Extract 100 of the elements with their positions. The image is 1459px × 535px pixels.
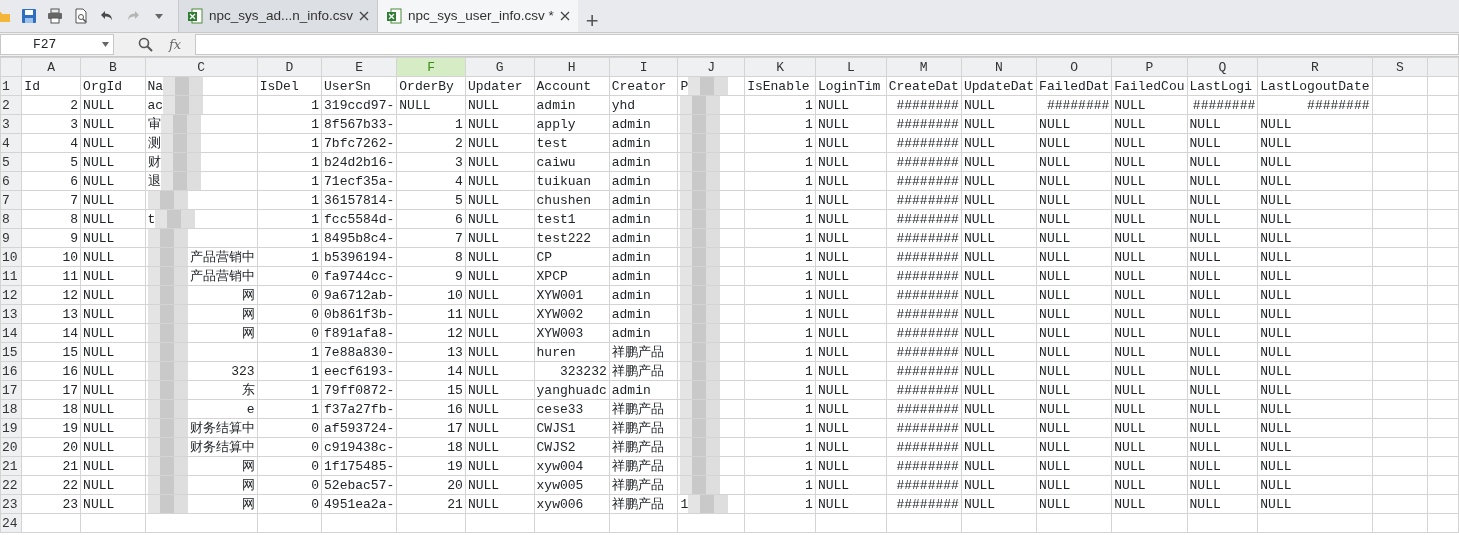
- column-header[interactable]: B: [80, 57, 145, 77]
- table-cell: NULL: [80, 494, 145, 514]
- column-header[interactable]: A: [21, 57, 81, 77]
- table-cell: 9a6712ab-: [321, 285, 397, 305]
- table-cell: 5: [396, 190, 466, 210]
- table-cell: NULL: [961, 475, 1037, 495]
- table-cell: NULL: [1257, 437, 1372, 457]
- blur-patch: [147, 362, 188, 380]
- table-cell: NULL: [815, 456, 887, 476]
- table-cell: 20: [396, 475, 466, 495]
- table-cell: CreateDat: [886, 76, 962, 96]
- blur-patch: [680, 362, 721, 380]
- table-cell: 1: [744, 494, 816, 514]
- table-cell: NULL: [1111, 494, 1188, 514]
- function-label[interactable]: fx: [169, 34, 182, 55]
- column-header[interactable]: Q: [1187, 57, 1258, 77]
- print-preview-icon[interactable]: [73, 8, 89, 24]
- column-header[interactable]: G: [465, 57, 535, 77]
- table-cell: NULL: [961, 494, 1037, 514]
- file-tab[interactable]: npc_sys_user_info.csv *: [377, 0, 578, 32]
- blur-patch: [688, 77, 729, 95]
- column-header[interactable]: N: [961, 57, 1037, 77]
- table-cell: NULL: [1036, 228, 1112, 248]
- table-cell: ########: [886, 285, 962, 305]
- column-header[interactable]: P: [1111, 57, 1188, 77]
- table-cell: LoginTim: [815, 76, 887, 96]
- column-header[interactable]: D: [257, 57, 322, 77]
- table-cell: test222: [534, 228, 610, 248]
- blur-patch: [680, 267, 721, 285]
- column-header[interactable]: E: [321, 57, 397, 77]
- table-cell: NULL: [1036, 171, 1112, 191]
- table-cell: NULL: [80, 133, 145, 153]
- table-cell: NULL: [961, 342, 1037, 362]
- table-cell: 1: [744, 266, 816, 286]
- table-cell: NULL: [1036, 342, 1112, 362]
- table-cell: 1: [744, 399, 816, 419]
- table-cell: 1: [744, 152, 816, 172]
- table-cell: NULL: [465, 475, 535, 495]
- column-header[interactable]: M: [886, 57, 962, 77]
- table-cell: NULL: [1111, 342, 1188, 362]
- table-cell: NULL: [1111, 323, 1188, 343]
- column-header[interactable]: J: [677, 57, 745, 77]
- table-cell: 19: [396, 456, 466, 476]
- table-cell: NULL: [465, 304, 535, 324]
- cell-text: 东: [241, 381, 255, 399]
- print-icon[interactable]: [47, 8, 63, 24]
- zoom-icon[interactable]: [138, 37, 153, 52]
- table-cell: NULL: [1257, 418, 1372, 438]
- table-cell: NULL: [1036, 399, 1112, 419]
- table-cell: ########: [886, 323, 962, 343]
- table-cell: NULL: [1187, 342, 1258, 362]
- cell-text: 审: [147, 115, 161, 133]
- table-cell: LastLogoutDate: [1257, 76, 1372, 96]
- table-cell: NULL: [80, 323, 145, 343]
- table-cell: NULL: [815, 304, 887, 324]
- table-cell: 1: [257, 133, 322, 153]
- table-cell: NULL: [961, 247, 1037, 267]
- blur-patch: [160, 134, 201, 152]
- table-cell: 1: [257, 114, 322, 134]
- table-cell: NULL: [80, 228, 145, 248]
- table-cell: NULL: [1187, 190, 1258, 210]
- blur-patch: [680, 248, 721, 266]
- table-cell: admin: [534, 95, 610, 115]
- column-header[interactable]: O: [1036, 57, 1112, 77]
- table-cell: NULL: [1257, 209, 1372, 229]
- column-header[interactable]: I: [609, 57, 678, 77]
- table-cell: NULL: [1111, 114, 1188, 134]
- cell-text: ac: [147, 96, 164, 114]
- close-icon[interactable]: [359, 11, 370, 21]
- table-cell: 祥鹏产品: [609, 475, 678, 495]
- blur-patch: [680, 438, 721, 456]
- table-cell: NULL: [1036, 247, 1112, 267]
- close-icon[interactable]: [559, 11, 570, 21]
- dropdown-caret-icon[interactable]: [102, 42, 109, 47]
- column-header[interactable]: H: [534, 57, 610, 77]
- table-cell: NULL: [815, 285, 887, 305]
- table-cell: fa9744cc-: [321, 266, 397, 286]
- table-cell: NULL: [815, 266, 887, 286]
- table-cell: 1: [744, 228, 816, 248]
- file-tab[interactable]: npc_sys_ad...n_info.csv: [178, 0, 378, 32]
- formula-input[interactable]: [195, 34, 1459, 55]
- table-cell: NULL: [1257, 380, 1372, 400]
- table-cell: 22: [21, 475, 81, 495]
- column-header[interactable]: R: [1257, 57, 1372, 77]
- table-cell: 1: [396, 114, 466, 134]
- table-cell: 4: [21, 133, 81, 153]
- table-cell: 17: [21, 380, 81, 400]
- table-cell: NULL: [465, 114, 535, 134]
- table-cell: ########: [886, 152, 962, 172]
- cell-text: P: [680, 77, 689, 95]
- table-cell: apply: [534, 114, 610, 134]
- column-header[interactable]: C: [145, 57, 258, 77]
- column-header[interactable]: L: [815, 57, 887, 77]
- new-tab-button[interactable]: +: [577, 10, 607, 32]
- column-header[interactable]: K: [744, 57, 816, 77]
- table-cell: 0: [257, 418, 322, 438]
- column-header[interactable]: S: [1372, 57, 1428, 77]
- table-cell: NULL: [1257, 171, 1372, 191]
- save-icon[interactable]: [21, 8, 37, 24]
- table-cell: NULL: [961, 171, 1037, 191]
